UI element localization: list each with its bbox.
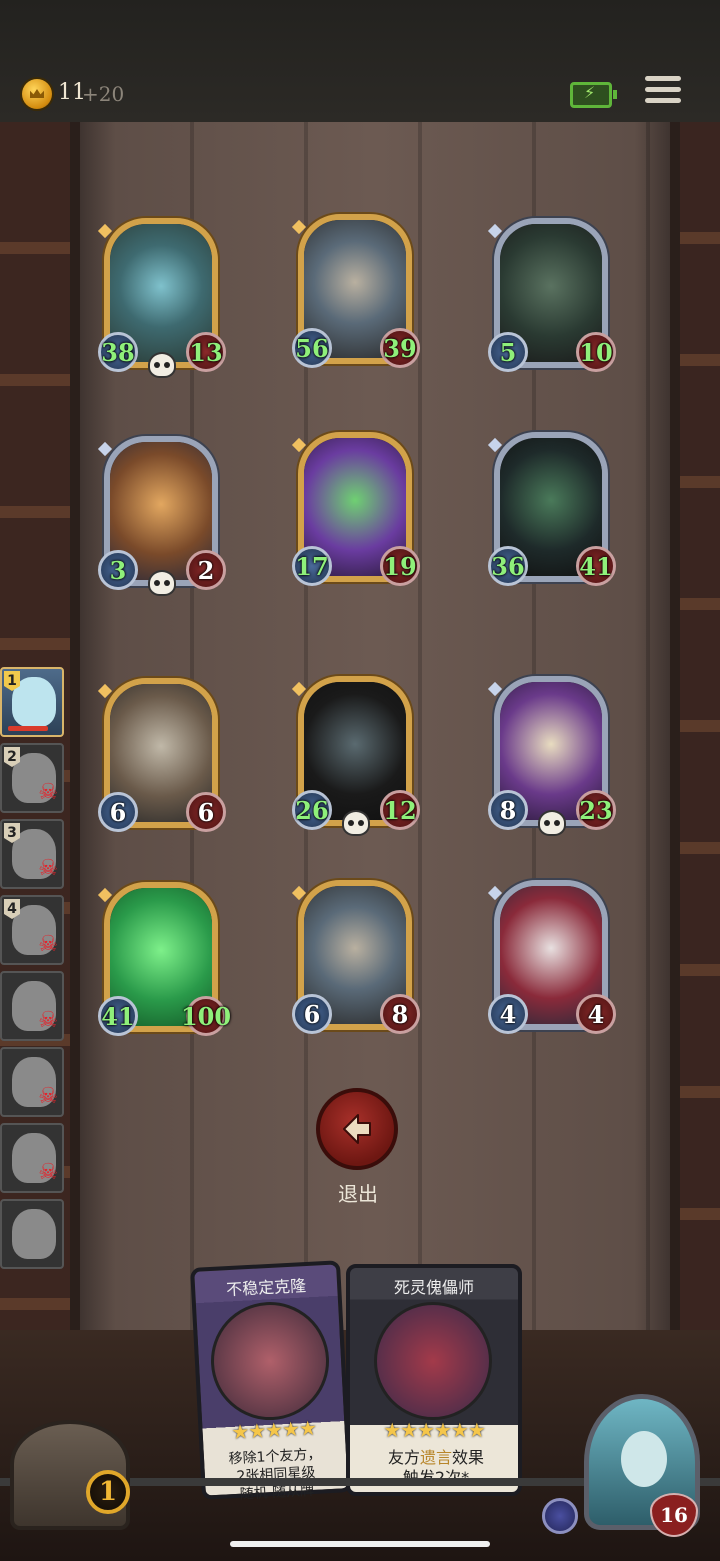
eliminated-skull-icon: ☠: [38, 780, 58, 805]
attack-stat: 38: [98, 332, 138, 372]
health-stat: 100: [181, 996, 231, 1036]
hamburger-menu-icon[interactable]: [645, 76, 681, 106]
attack-stat: 3: [98, 550, 138, 590]
health-bar: [8, 726, 48, 731]
eliminated-skull-icon: ☠: [38, 1084, 58, 1109]
attack-stat: 8: [488, 790, 528, 830]
health-stat: 2: [186, 550, 226, 590]
minion-card-clown-puppet[interactable]: 44: [487, 874, 616, 1038]
attack-stat: 41: [98, 996, 138, 1036]
minion-card-skeleton[interactable]: 5 10: [487, 212, 616, 376]
top-bar: 11 +20 ⚡: [0, 0, 720, 125]
attack-stat: 36: [488, 546, 528, 586]
player-slot[interactable]: 2 ☠: [0, 743, 64, 813]
shield-icon[interactable]: [542, 1498, 578, 1534]
health-stat: 13: [186, 332, 226, 372]
attack-stat: 26: [292, 790, 332, 830]
health-stat: 23: [576, 790, 616, 830]
attack-stat: 4: [488, 994, 528, 1034]
hand-card-necro-puppeteer[interactable]: 死灵傀儡师 ★★★★★★ 友方遗言效果 触发2次*: [346, 1264, 522, 1496]
card-stars: ★★★★★: [230, 1415, 317, 1445]
player-slot[interactable]: ☠: [0, 1047, 64, 1117]
minion-card-horned-demon[interactable]: 56 39: [291, 208, 420, 372]
card-title: 不稳定克隆: [225, 1276, 307, 1300]
player-slot[interactable]: 3 ☠: [0, 819, 64, 889]
hand-card-unstable-clone[interactable]: 不稳定克隆 ★★★★★ 移除1个友方， 2张相同星级 随机 随从牌: [190, 1260, 352, 1503]
exit-label: 退出: [338, 1182, 378, 1206]
minion-card-hooded-ghoul[interactable]: 26 12: [291, 670, 420, 834]
player-slot[interactable]: 4 ☠: [0, 895, 64, 965]
eliminated-skull-icon: ☠: [38, 856, 58, 881]
player-slot[interactable]: ☠: [0, 1123, 64, 1193]
card-stars: ★★★★★★: [383, 1418, 486, 1442]
deathrattle-skull-icon: [344, 812, 368, 834]
attack-stat: 17: [292, 546, 332, 586]
card-title: 死灵傀儡师: [393, 1278, 474, 1297]
card-description: 移除1个友方， 2张相同星级 随机 随从牌: [228, 1446, 322, 1503]
health-stat: 19: [380, 546, 420, 586]
minion-card-bone-dragon[interactable]: 8 23: [487, 670, 616, 834]
minion-card-rocket-ship[interactable]: 66: [97, 672, 226, 836]
health-stat: 10: [576, 332, 616, 372]
eliminated-skull-icon: ☠: [38, 932, 58, 957]
home-indicator: [230, 1541, 490, 1547]
card-portrait: [207, 1299, 333, 1424]
attack-stat: 6: [292, 994, 332, 1034]
minion-card-horned-demon[interactable]: 68: [291, 874, 420, 1038]
crown-coin-icon: [22, 79, 52, 109]
player-slot[interactable]: ☠: [0, 971, 64, 1041]
health-stat: 8: [380, 994, 420, 1034]
deathrattle-skull-icon: [150, 572, 174, 594]
minion-card-shadow-beast[interactable]: 36 41: [487, 426, 616, 590]
card-portrait: [374, 1302, 492, 1420]
shop-tier: 1: [86, 1470, 130, 1514]
battery-charging-icon: ⚡: [570, 82, 617, 108]
minion-card-spectral-warrior[interactable]: 41 100: [97, 876, 231, 1040]
health-stat: 6: [186, 792, 226, 832]
gold-gain: +20: [82, 82, 125, 106]
minion-card-bunny[interactable]: 38 13: [97, 212, 226, 376]
deathrattle-skull-icon: [150, 354, 174, 376]
eliminated-skull-icon: ☠: [38, 1008, 58, 1033]
minion-card-pinocchio[interactable]: 32: [97, 430, 226, 594]
health-stat: 4: [576, 994, 616, 1034]
minion-card-frog-dragon[interactable]: 17 19: [291, 426, 420, 590]
arrow-left-icon: [343, 1114, 371, 1144]
player-avatar: [12, 1209, 56, 1259]
health-stat: 39: [380, 328, 420, 368]
player-slot[interactable]: 1: [0, 667, 64, 737]
eliminated-skull-icon: ☠: [38, 1160, 58, 1185]
attack-stat: 6: [98, 792, 138, 832]
health-stat: 41: [576, 546, 616, 586]
exit-button[interactable]: [316, 1088, 398, 1170]
treasure-chest-icon[interactable]: 1: [6, 1380, 136, 1530]
attack-stat: 56: [292, 328, 332, 368]
deathrattle-skull-icon: [540, 812, 564, 834]
health-stat: 12: [380, 790, 420, 830]
player-slot[interactable]: [0, 1199, 64, 1269]
player-list: 1 2 ☠ 3 ☠ 4 ☠ ☠ ☠ ☠: [0, 667, 72, 1275]
attack-stat: 5: [488, 332, 528, 372]
